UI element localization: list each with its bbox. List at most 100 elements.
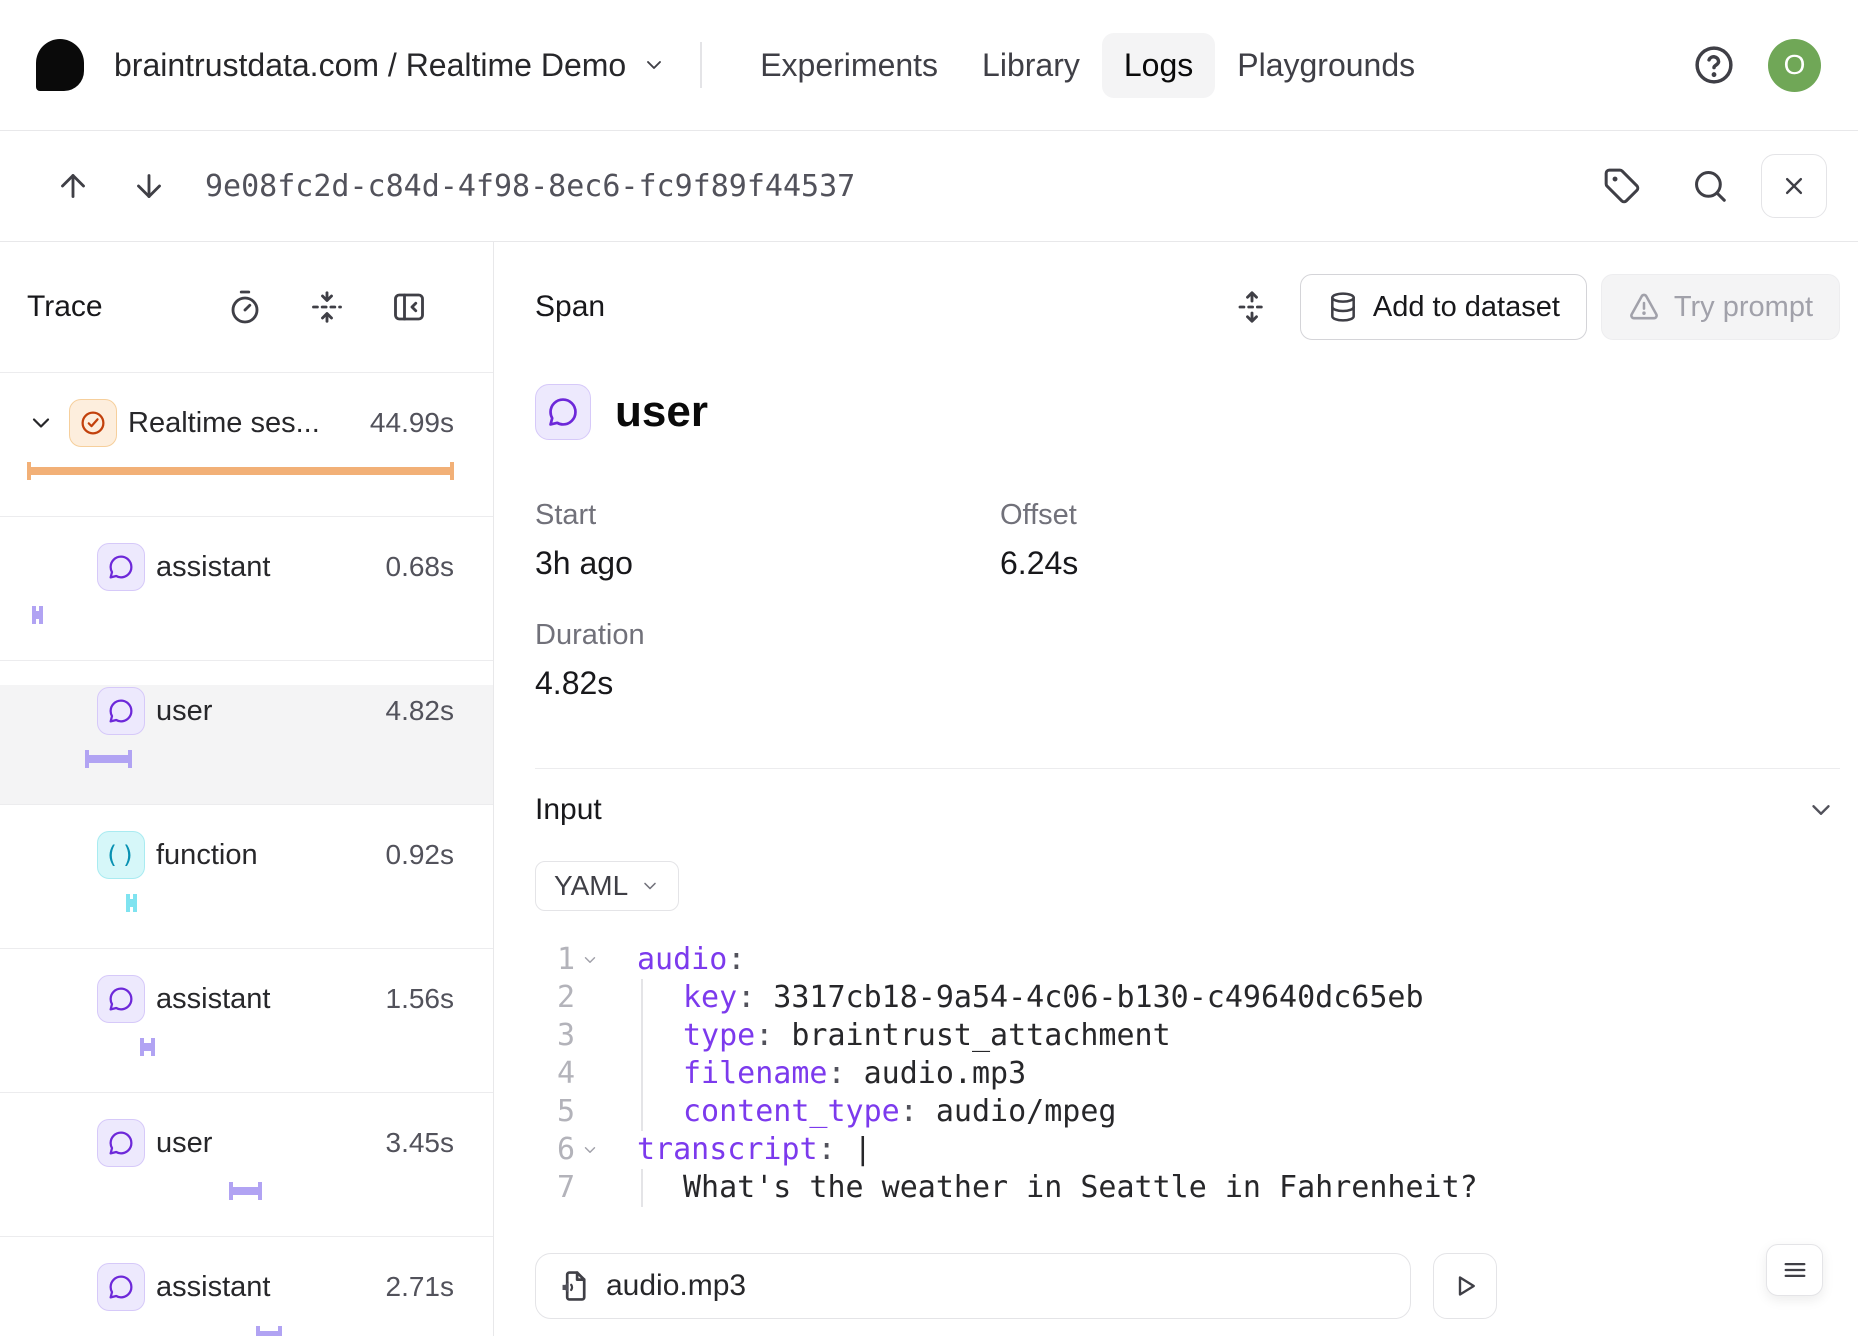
nav-tab-playgrounds[interactable]: Playgrounds xyxy=(1215,33,1437,98)
format-selector-value: YAML xyxy=(554,870,628,902)
trace-span-row-main: Realtime ses...44.99s xyxy=(0,397,493,449)
primary-nav: ExperimentsLibraryLogsPlaygrounds xyxy=(738,33,1437,98)
trace-span-row[interactable]: assistant0.68s xyxy=(0,541,493,661)
nav-tab-logs[interactable]: Logs xyxy=(1102,33,1215,98)
play-audio-button[interactable] xyxy=(1433,1253,1497,1319)
span-label: user xyxy=(156,695,212,728)
code-text: key: 3317cb18-9a54-4c06-b130-c49640dc65e… xyxy=(605,979,1424,1017)
span-timeline-bar xyxy=(85,750,132,768)
chevron-down-icon[interactable] xyxy=(1802,791,1840,829)
code-line: 5content_type: audio/mpeg xyxy=(535,1093,1840,1131)
span-timeline-bar xyxy=(126,894,137,912)
span-duration: 44.99s xyxy=(370,407,454,439)
next-trace-button[interactable] xyxy=(121,158,177,214)
trace-span-row[interactable]: ()function0.92s xyxy=(0,829,493,949)
meta-start: Start 3h ago xyxy=(535,498,1000,582)
chat-bubble-icon xyxy=(97,1263,145,1311)
nav-tab-experiments[interactable]: Experiments xyxy=(738,33,960,98)
audio-file-icon xyxy=(558,1269,592,1303)
chat-bubble-icon xyxy=(535,384,591,440)
check-circle-icon xyxy=(69,399,117,447)
code-text: filename: audio.mp3 xyxy=(605,1055,1026,1093)
add-to-dataset-button[interactable]: Add to dataset xyxy=(1300,274,1587,340)
avatar[interactable]: O xyxy=(1768,39,1821,92)
span-duration: 1.56s xyxy=(386,983,455,1015)
input-section-title: Input xyxy=(535,793,602,827)
database-icon xyxy=(1327,291,1359,323)
trace-span-row-main: user3.45s xyxy=(0,1117,493,1169)
project-selector[interactable]: braintrustdata.com / Realtime Demo xyxy=(114,47,666,84)
span-timeline-track xyxy=(27,603,454,627)
collapse-panel-icon[interactable] xyxy=(391,289,427,325)
offset-label: Offset xyxy=(1000,498,1840,532)
trace-toolbar: 9e08fc2d-c84d-4f98-8ec6-fc9f89f44537 xyxy=(0,131,1858,242)
span-panel-header: Span Add xyxy=(535,274,1840,340)
code-line: 2 key: 3317cb18-9a54-4c06-b130-c49640dc65… xyxy=(535,979,1840,1017)
code-line: 7 What's the weather in Seattle in Fahren… xyxy=(535,1169,1840,1207)
trace-id: 9e08fc2d-c84d-4f98-8ec6-fc9f89f44537 xyxy=(205,169,855,204)
span-panel-title: Span xyxy=(535,290,605,324)
attachment-chip[interactable]: audio.mp3 xyxy=(535,1253,1411,1319)
span-label: assistant xyxy=(156,1271,270,1304)
search-icon[interactable] xyxy=(1681,157,1739,215)
line-number: 1 xyxy=(535,941,575,979)
help-icon[interactable] xyxy=(1692,43,1736,87)
trace-span-row-main: ()function0.92s xyxy=(0,829,493,881)
code-text: What's the weather in Seattle in Fahrenh… xyxy=(605,1169,1478,1207)
collapse-chevron-icon[interactable] xyxy=(575,941,605,979)
line-gutter xyxy=(575,1017,605,1055)
trace-span-row[interactable]: assistant1.56s xyxy=(0,973,493,1093)
span-label: function xyxy=(156,839,258,872)
input-section-header[interactable]: Input xyxy=(535,791,1840,829)
chevron-down-icon xyxy=(640,876,660,896)
trace-span-row[interactable]: user3.45s xyxy=(0,1117,493,1237)
meta-duration: Duration 4.82s xyxy=(535,618,1000,702)
trace-span-row[interactable]: assistant2.71s xyxy=(0,1261,493,1336)
trace-span-row[interactable]: user4.82s xyxy=(0,685,493,805)
meta-offset: Offset 6.24s xyxy=(1000,498,1840,582)
offset-value: 6.24s xyxy=(1000,544,1840,582)
timer-icon[interactable] xyxy=(227,289,263,325)
duration-label: Duration xyxy=(535,618,1000,652)
start-label: Start xyxy=(535,498,1000,532)
trace-span-row[interactable]: Realtime ses...44.99s xyxy=(0,397,493,517)
nav-tab-library[interactable]: Library xyxy=(960,33,1102,98)
line-number: 5 xyxy=(535,1093,575,1131)
span-duration: 3.45s xyxy=(386,1127,455,1159)
line-number: 2 xyxy=(535,979,575,1017)
project-title: braintrustdata.com / Realtime Demo xyxy=(114,47,626,84)
span-label: assistant xyxy=(156,551,270,584)
collapse-chevron-icon[interactable] xyxy=(575,1131,605,1169)
span-duration: 0.92s xyxy=(386,839,455,871)
span-timeline-bar xyxy=(229,1182,262,1200)
app-window: braintrustdata.com / Realtime Demo Exper… xyxy=(0,0,1858,1336)
attachment-filename: audio.mp3 xyxy=(606,1269,746,1303)
format-selector[interactable]: YAML xyxy=(535,861,679,911)
close-trace-button[interactable] xyxy=(1761,154,1827,218)
code-text: audio: xyxy=(605,941,745,979)
expand-vertical-icon[interactable] xyxy=(1228,283,1276,331)
code-line: 1 audio: xyxy=(535,941,1840,979)
try-prompt-button[interactable]: Try prompt xyxy=(1601,274,1840,340)
span-timeline-track xyxy=(27,747,454,771)
span-timeline-bar xyxy=(32,606,43,624)
span-metadata: Start 3h ago Offset 6.24s Duration 4.82s xyxy=(535,498,1840,702)
prev-trace-button[interactable] xyxy=(45,158,101,214)
braintrust-logo[interactable] xyxy=(36,39,84,91)
code-line: 4filename: audio.mp3 xyxy=(535,1055,1840,1093)
attachment-row: audio.mp3 xyxy=(535,1253,1840,1319)
menu-icon[interactable] xyxy=(1766,1244,1823,1296)
collapse-vertical-icon[interactable] xyxy=(309,289,345,325)
span-title-row: user xyxy=(535,384,1840,440)
line-number: 7 xyxy=(535,1169,575,1207)
try-prompt-label: Try prompt xyxy=(1674,291,1813,324)
trace-tree: Realtime ses...44.99sassistant0.68suser4… xyxy=(0,397,493,1336)
top-nav: braintrustdata.com / Realtime Demo Exper… xyxy=(0,0,1858,131)
chat-bubble-icon xyxy=(97,687,145,735)
chevron-down-icon[interactable] xyxy=(27,409,55,437)
line-gutter xyxy=(575,1093,605,1131)
span-timeline-track xyxy=(27,891,454,915)
trace-span-row-main: assistant2.71s xyxy=(0,1261,493,1313)
trace-sidebar-header: Trace xyxy=(0,242,493,373)
tag-icon[interactable] xyxy=(1593,157,1651,215)
